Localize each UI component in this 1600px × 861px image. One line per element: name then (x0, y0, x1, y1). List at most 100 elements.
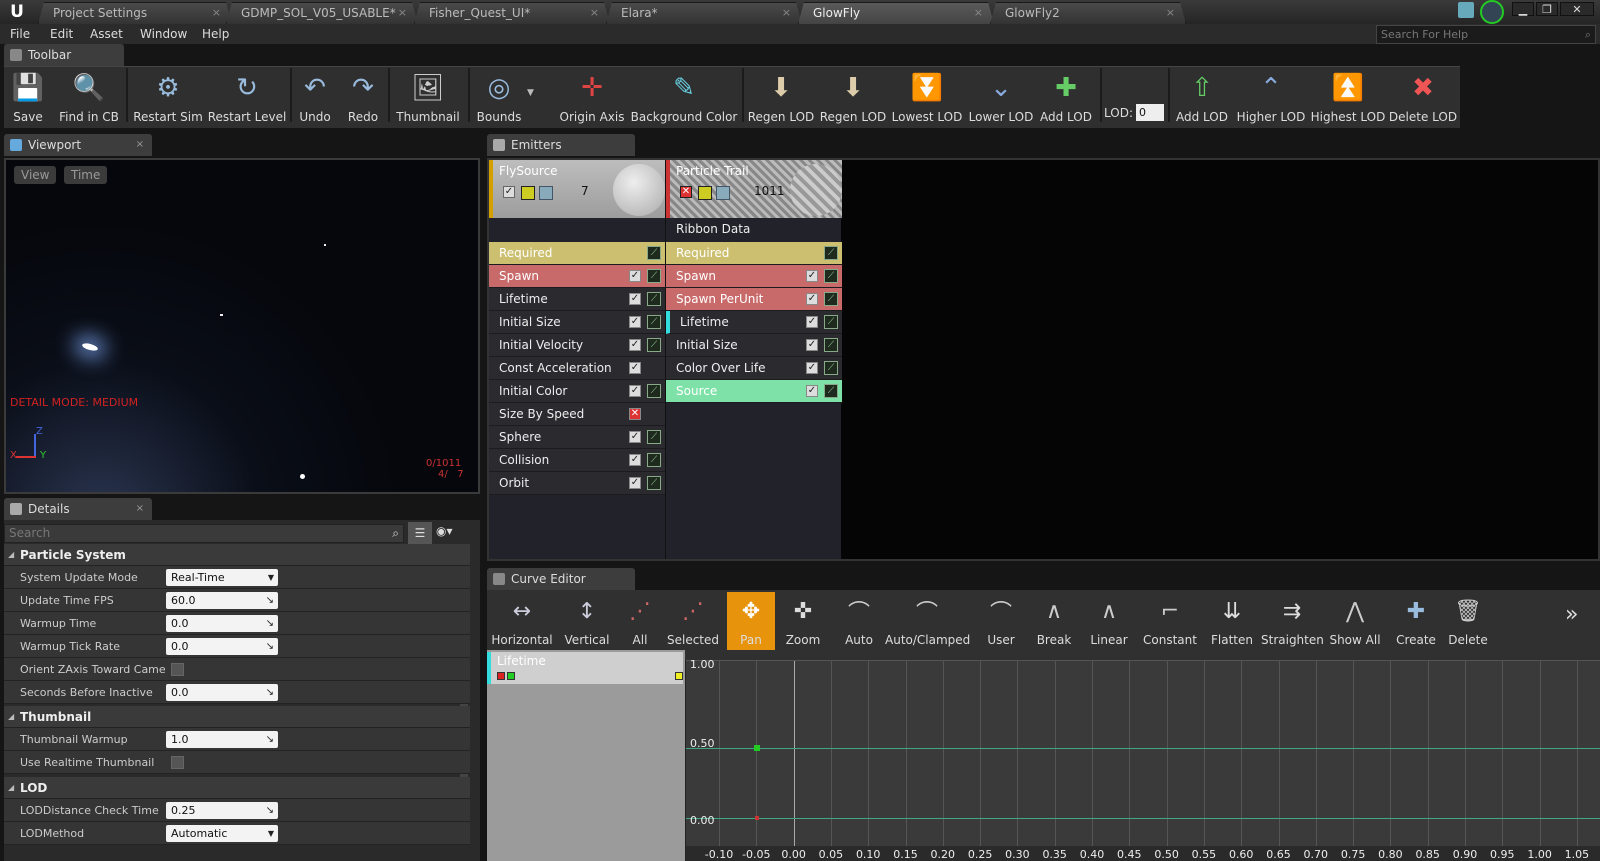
curve-icon[interactable]: ⟋ (647, 338, 661, 352)
module-enable-checkbox[interactable]: ✓ (806, 385, 818, 397)
curve-icon[interactable]: ⟋ (824, 315, 838, 329)
tab-project-settings[interactable]: Project Settings × (38, 2, 232, 24)
emitter-disabled-checkbox[interactable]: ✕ (680, 186, 692, 198)
close-icon[interactable]: × (590, 3, 599, 23)
use-realtime-thumbnail-checkbox[interactable] (171, 756, 184, 769)
module-initial-size[interactable]: Initial Size ✓ ⟋ (666, 334, 842, 357)
help-search-input[interactable]: Search For Help ⌕ (1376, 25, 1596, 44)
curve-icon[interactable]: ⟋ (647, 476, 661, 490)
add-lod-button[interactable]: ✚ Add LOD (1036, 68, 1096, 126)
curve-graph[interactable]: 1.00 0.50 0.00 -0.10 -0.05 0.00 0.05 0.10 0.1… (685, 658, 1600, 861)
pan-button[interactable]: ✥ Pan (727, 592, 775, 650)
add-lod-up-button[interactable]: ⇧ Add LOD (1172, 68, 1232, 126)
seconds-before-inactive-input[interactable]: 0.0 (166, 684, 278, 701)
undo-button[interactable]: ↶ Undo (294, 68, 336, 126)
restart-level-button[interactable]: ↻ Restart Level (206, 68, 288, 126)
module-enable-checkbox[interactable]: ✓ (806, 270, 818, 282)
show-all-button[interactable]: ⋀ Show All (1327, 592, 1383, 650)
update-time-fps-input[interactable]: 60.0 (166, 592, 278, 609)
curve-key-red[interactable] (755, 816, 759, 820)
close-icon[interactable]: × (212, 3, 221, 23)
module-lifetime[interactable]: Lifetime ✓ ⟋ (666, 311, 842, 334)
user-button[interactable]: ⌒ User (977, 592, 1025, 650)
emitter-enable-checkbox[interactable]: ✓ (503, 186, 515, 198)
curve-icon[interactable]: ⟋ (824, 269, 838, 283)
module-enable-checkbox[interactable]: ✓ (629, 270, 641, 282)
fit-selected-button[interactable]: ⋰ Selected (665, 592, 721, 650)
emitters-tab[interactable]: Emitters (487, 134, 635, 156)
delete-lod-button[interactable]: ✖ Delete LOD (1388, 68, 1458, 126)
lod-distance-check-time-input[interactable]: 0.25 (166, 802, 278, 819)
module-enable-checkbox[interactable]: ✓ (629, 477, 641, 489)
lod-input[interactable]: 0 (1136, 104, 1164, 121)
module-disabled-checkbox[interactable]: ✕ (629, 408, 641, 420)
curve-key-green[interactable] (754, 745, 760, 751)
curve-icon[interactable]: ⟋ (824, 361, 838, 375)
restore-icon[interactable]: ❐ (1536, 2, 1558, 16)
visibility-eye-icon[interactable]: ◉▾ (436, 524, 468, 542)
menu-window[interactable]: Window (134, 24, 193, 44)
details-tab[interactable]: Details × (4, 498, 152, 520)
source-control-icon[interactable] (1480, 0, 1504, 24)
close-icon[interactable]: × (974, 3, 983, 23)
tab-gdmp[interactable]: GDMP_SOL_V05_USABLE* × (226, 2, 418, 24)
tab-glowfly2[interactable]: GlowFly2 × (990, 2, 1186, 24)
module-orbit[interactable]: Orbit ✓ ⟋ (489, 472, 665, 495)
curve-editor-tab[interactable]: Curve Editor (487, 568, 635, 590)
fit-horizontal-button[interactable]: ↔ Horizontal (487, 592, 557, 650)
auto-button[interactable]: ⌒ Auto (835, 592, 883, 650)
view-button[interactable]: View (14, 166, 57, 184)
curve-icon[interactable]: ⟋ (647, 315, 661, 329)
curve-icon[interactable]: ⟋ (647, 246, 661, 260)
module-required[interactable]: Required ⟋ (489, 242, 665, 265)
track-min-swatch[interactable] (497, 672, 505, 680)
menu-edit[interactable]: Edit (44, 24, 79, 44)
module-spawn-per-unit[interactable]: Spawn PerUnit ✓ ⟋ (666, 288, 842, 311)
curve-icon[interactable]: ⟋ (647, 292, 661, 306)
module-enable-checkbox[interactable]: ✓ (806, 293, 818, 305)
orient-zaxis-checkbox[interactable] (171, 663, 184, 676)
emitter-header[interactable]: Particle Trail ✕ 1011 (666, 160, 842, 218)
unreal-logo-icon[interactable]: U (4, 0, 30, 24)
category-thumbnail[interactable]: Thumbnail (4, 706, 470, 728)
viewport-tab[interactable]: Viewport × (4, 134, 152, 156)
close-window-icon[interactable]: ✕ (1560, 2, 1594, 16)
emitter-column-flysource[interactable]: FlySource ✓ 7 Required ⟋ Spawn ✓ ⟋ Lifetime… (489, 160, 665, 559)
fit-vertical-button[interactable]: ↕ Vertical (559, 592, 615, 650)
module-spawn[interactable]: Spawn ✓ ⟋ (666, 265, 842, 288)
tab-glowfly[interactable]: GlowFly × (798, 2, 994, 24)
lowest-lod-button[interactable]: ⏬ Lowest LOD (890, 68, 964, 126)
module-lifetime[interactable]: Lifetime ✓ ⟋ (489, 288, 665, 311)
regen-lod-button[interactable]: ⬇ Regen LOD (746, 68, 816, 126)
toolbar-tab[interactable]: Toolbar (4, 44, 124, 66)
module-initial-color[interactable]: Initial Color ✓ ⟋ (489, 380, 665, 403)
close-icon[interactable]: × (136, 498, 144, 520)
break-button[interactable]: ∧ Break (1029, 592, 1079, 650)
restart-sim-button[interactable]: ⚙ Restart Sim (130, 68, 206, 126)
module-spawn[interactable]: Spawn ✓ ⟋ (489, 265, 665, 288)
emitter-header[interactable]: FlySource ✓ 7 (489, 160, 665, 218)
module-enable-checkbox[interactable]: ✓ (629, 431, 641, 443)
curve-icon[interactable]: ⟋ (647, 430, 661, 444)
higher-lod-button[interactable]: ⌃ Higher LOD (1234, 68, 1308, 126)
delete-button[interactable]: 🗑 Delete (1443, 592, 1493, 650)
warmup-tick-rate-input[interactable]: 0.0 (166, 638, 278, 655)
time-button[interactable]: Time (64, 166, 108, 184)
save-button[interactable]: 💾 Save (6, 68, 50, 126)
emitter-column-particle-trail[interactable]: Particle Trail ✕ 1011 Ribbon Data Requir… (665, 160, 842, 559)
module-enable-checkbox[interactable]: ✓ (629, 362, 641, 374)
module-const-acceleration[interactable]: Const Acceleration ✓ (489, 357, 665, 380)
highest-lod-button[interactable]: ⏫ Highest LOD (1310, 68, 1386, 126)
module-enable-checkbox[interactable]: ✓ (629, 339, 641, 351)
module-size-by-speed[interactable]: Size By Speed ✕ (489, 403, 665, 426)
category-lod[interactable]: LOD (4, 777, 470, 799)
module-enable-checkbox[interactable]: ✓ (629, 293, 641, 305)
curve-icon[interactable]: ⟋ (824, 338, 838, 352)
feedback-icon[interactable] (1458, 2, 1474, 18)
module-enable-checkbox[interactable]: ✓ (629, 454, 641, 466)
system-update-mode-dropdown[interactable]: Real-Time (166, 569, 278, 586)
module-collision[interactable]: Collision ✓ ⟋ (489, 449, 665, 472)
curve-icon[interactable]: ⟋ (824, 292, 838, 306)
module-initial-size[interactable]: Initial Size ✓ ⟋ (489, 311, 665, 334)
fit-all-button[interactable]: ⋰ All (617, 592, 663, 650)
